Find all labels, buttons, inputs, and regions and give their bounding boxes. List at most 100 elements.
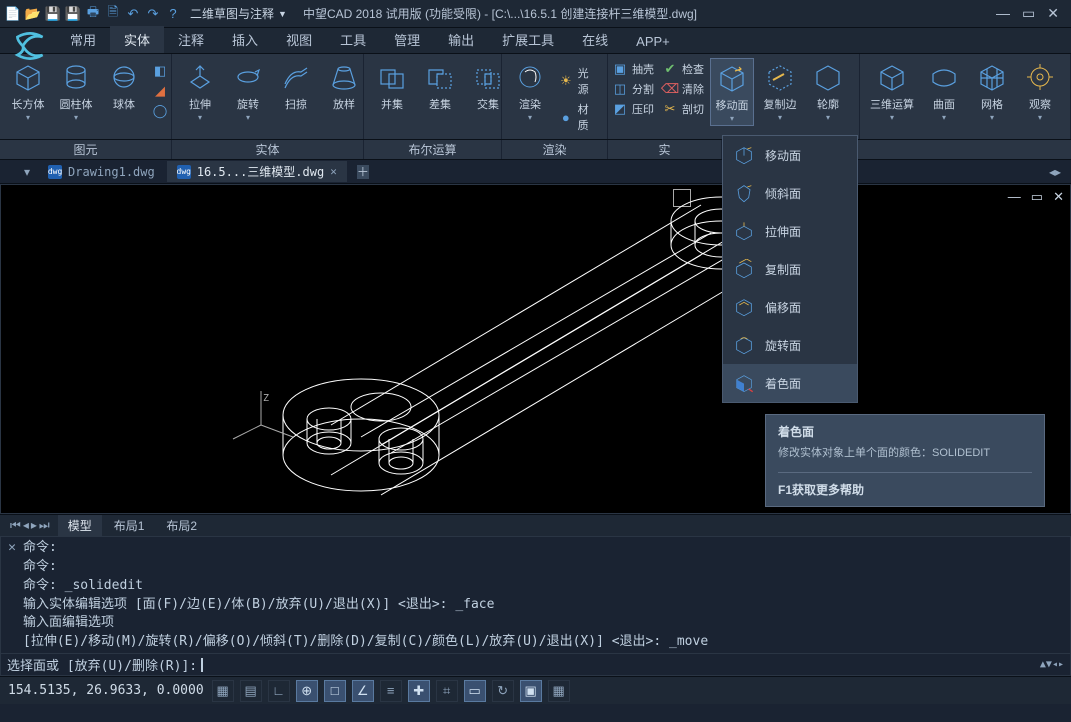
osnap-toggle[interactable]: □	[324, 680, 346, 702]
polysolid-button[interactable]: ◧	[150, 62, 170, 80]
minimize-button[interactable]: —	[996, 5, 1010, 22]
separate-button[interactable]: ◫分割	[610, 80, 656, 98]
sphere-button[interactable]: 球体	[102, 58, 146, 114]
clean-button[interactable]: ⌫清除	[660, 80, 706, 98]
layout-scroll[interactable]: ⏮◂▸⏭	[4, 518, 56, 533]
undo-icon[interactable]: ↶	[124, 5, 142, 23]
surface-button[interactable]: 曲面▾	[922, 58, 966, 124]
dropdown-moveface[interactable]: 移动面	[723, 136, 857, 174]
model-toggle[interactable]: ▣	[520, 680, 542, 702]
cmd-close-icon[interactable]: ✕	[5, 539, 19, 558]
saveall-icon[interactable]: 💾	[64, 5, 82, 23]
cycle-toggle[interactable]: ↻	[492, 680, 514, 702]
panel-label-primitives[interactable]: 图元	[0, 140, 172, 159]
cmd-line: 命令:	[23, 558, 1066, 577]
light-icon: ☀	[558, 73, 574, 89]
silhouette-button[interactable]: 轮廓▾	[806, 58, 850, 124]
shell-button[interactable]: ▣抽壳	[610, 60, 656, 78]
copyedge-icon	[763, 60, 797, 94]
coordinates[interactable]: 154.5135, 26.9633, 0.0000	[8, 683, 204, 698]
imprint-button[interactable]: ◩压印	[610, 100, 656, 118]
panel-label-render[interactable]: 渲染	[502, 140, 608, 159]
lineweight-toggle[interactable]: ≡	[380, 680, 402, 702]
dropdown-extrudeface[interactable]: 拉伸面	[723, 212, 857, 250]
tab-tools[interactable]: 工具	[326, 26, 380, 53]
loft-button[interactable]: 放样	[322, 58, 366, 114]
doc-tab-drawing1[interactable]: dwg Drawing1.dwg	[38, 163, 165, 181]
sweep-button[interactable]: 扫掠	[274, 58, 318, 114]
tab-extend[interactable]: 扩展工具	[488, 26, 568, 53]
tab-online[interactable]: 在线	[568, 26, 622, 53]
dropdown-taperface[interactable]: 倾斜面	[723, 174, 857, 212]
command-history[interactable]: ✕ 命令: 命令: 命令: _solidedit 输入实体编辑选项 [面(F)/…	[0, 536, 1071, 654]
tab-app[interactable]: APP+	[622, 30, 684, 53]
workspace-selector[interactable]: 二维草图与注释 ▼	[190, 5, 287, 22]
tab-solid[interactable]: 实体	[110, 26, 164, 53]
new-icon[interactable]: 📄	[4, 5, 22, 23]
command-input[interactable]: 选择面或 [放弃(U)/删除(R)]: ▲▼◂▸	[0, 654, 1071, 676]
panel-label-boolean[interactable]: 布尔运算	[364, 140, 502, 159]
3dops-button[interactable]: 三维运算▾	[866, 58, 918, 124]
tab-annotate[interactable]: 注释	[164, 26, 218, 53]
rotateface-icon	[733, 334, 755, 356]
dyn-toggle[interactable]: ✚	[408, 680, 430, 702]
grid-toggle[interactable]: ▤	[240, 680, 262, 702]
tab-output[interactable]: 输出	[434, 26, 488, 53]
layout-tab-model[interactable]: 模型	[58, 515, 102, 536]
tab-view[interactable]: 视图	[272, 26, 326, 53]
layout-tab-1[interactable]: 布局1	[104, 515, 155, 536]
subtract-button[interactable]: 差集	[418, 58, 462, 114]
app-logo[interactable]	[8, 24, 52, 68]
dropdown-rotateface[interactable]: 旋转面	[723, 326, 857, 364]
new-doc-button[interactable]: ＋	[349, 161, 377, 182]
preview-icon[interactable]: 🗎	[104, 5, 122, 23]
otrack-toggle[interactable]: ∠	[352, 680, 374, 702]
copyedge-button[interactable]: 复制边▾	[758, 58, 802, 124]
doc-tab-model[interactable]: dwg 16.5...三维模型.dwg ✕	[167, 161, 347, 182]
ducs-toggle[interactable]: ⌗	[436, 680, 458, 702]
tab-manage[interactable]: 管理	[380, 26, 434, 53]
cmd-scroll[interactable]: ▲▼◂▸	[1040, 659, 1064, 670]
doc-tabs-dropdown[interactable]: ▾	[24, 165, 30, 179]
material-button[interactable]: ●材质	[556, 100, 601, 134]
open-icon[interactable]: 📂	[24, 5, 42, 23]
mesh-button[interactable]: 网格▾	[970, 58, 1014, 124]
union-button[interactable]: 并集	[370, 58, 414, 114]
extrude-button[interactable]: 拉伸▾	[178, 58, 222, 124]
close-button[interactable]: ✕	[1047, 5, 1059, 22]
help-icon[interactable]: ?	[164, 5, 182, 23]
dropdown-offsetface[interactable]: 偏移面	[723, 288, 857, 326]
wedge-icon: ◢	[152, 83, 168, 99]
check-button[interactable]: ✔检查	[660, 60, 706, 78]
render-button[interactable]: 渲染▾	[508, 58, 552, 124]
qprops-toggle[interactable]: ▦	[548, 680, 570, 702]
maximize-button[interactable]: ▭	[1022, 5, 1035, 22]
doc-tabs-scroll[interactable]: ◂▸	[1049, 165, 1061, 179]
moveface-button[interactable]: 移动面▾	[710, 58, 754, 126]
polar-toggle[interactable]: ⊕	[296, 680, 318, 702]
section-button[interactable]: ✂剖切	[660, 100, 706, 118]
dyninput-toggle[interactable]: ▭	[464, 680, 486, 702]
observe-button[interactable]: 观察▾	[1018, 58, 1062, 124]
ribbon-panel-labels: 图元 实体 布尔运算 渲染 实	[0, 140, 1071, 160]
save-icon[interactable]: 💾	[44, 5, 62, 23]
cylinder-button[interactable]: 圆柱体▾	[54, 58, 98, 124]
redo-icon[interactable]: ↷	[144, 5, 162, 23]
dropdown-copyface[interactable]: 复制面	[723, 250, 857, 288]
revolve-button[interactable]: 旋转▾	[226, 58, 270, 124]
tab-insert[interactable]: 插入	[218, 26, 272, 53]
plot-icon[interactable]: 🖶	[84, 5, 102, 23]
ortho-toggle[interactable]: ∟	[268, 680, 290, 702]
snap-toggle[interactable]: ▦	[212, 680, 234, 702]
dropdown-colorface[interactable]: 着色面	[723, 364, 857, 402]
viewport-close[interactable]: ✕	[1053, 189, 1064, 205]
wedge-button[interactable]: ◢	[150, 82, 170, 100]
layout-tab-2[interactable]: 布局2	[156, 515, 207, 536]
close-tab-icon[interactable]: ✕	[330, 165, 337, 178]
layout-tabs: ⏮◂▸⏭ 模型 布局1 布局2	[0, 514, 1071, 536]
panel-label-solid[interactable]: 实体	[172, 140, 364, 159]
torus-button[interactable]: ◯	[150, 102, 170, 120]
light-button[interactable]: ☀光源	[556, 64, 601, 98]
panel-label-solidedit[interactable]: 实	[608, 140, 722, 159]
tab-home[interactable]: 常用	[56, 26, 110, 53]
